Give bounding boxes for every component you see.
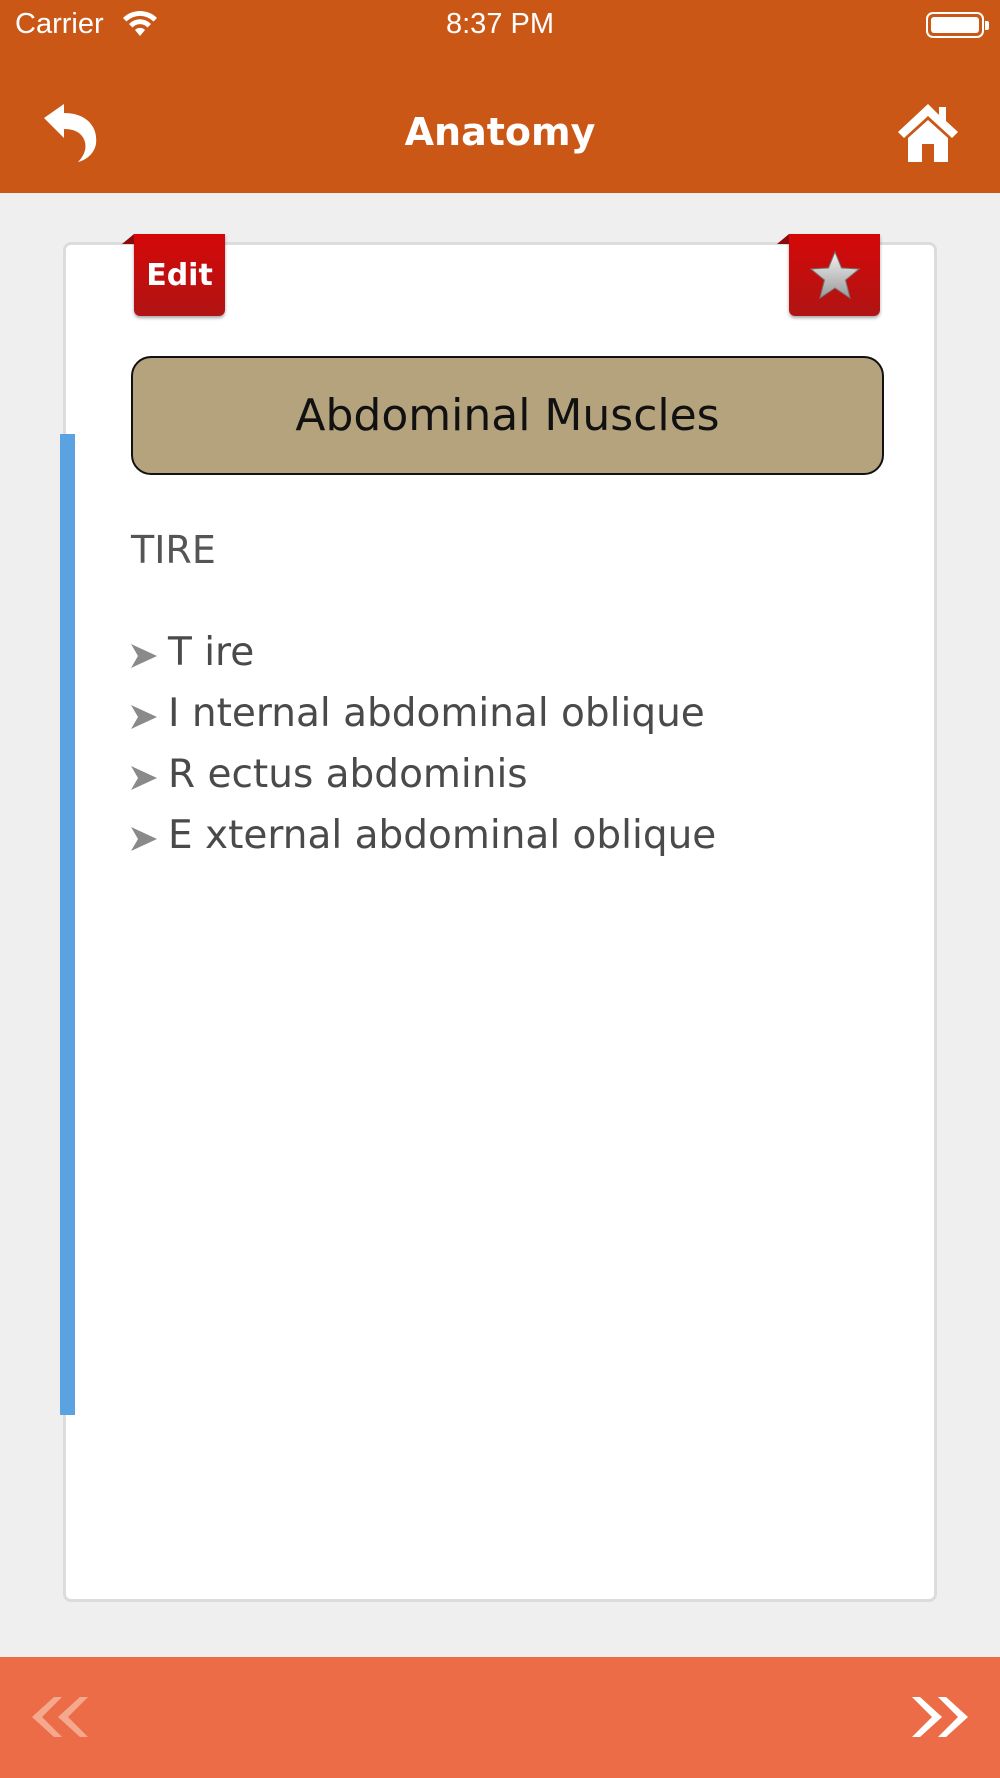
battery-icon	[926, 12, 989, 38]
star-icon	[809, 250, 861, 300]
card-edge-indicator	[60, 434, 75, 1415]
home-icon[interactable]	[896, 100, 960, 164]
mnemonic-title: TIRE	[131, 528, 216, 572]
bottom-nav-bar	[0, 1657, 1000, 1778]
list-item-text: E xternal abdominal oblique	[168, 813, 717, 858]
edit-button[interactable]: Edit	[122, 234, 225, 316]
clock: 8:37 PM	[446, 8, 554, 40]
card-heading: Abdominal Muscles	[131, 356, 884, 475]
double-chevron-right-icon[interactable]	[908, 1695, 970, 1739]
bullet-arrow-icon	[131, 705, 157, 729]
list-item-text: T ire	[168, 630, 255, 675]
nav-bar: Anatomy	[0, 50, 1000, 193]
bullet-arrow-icon	[131, 644, 157, 668]
favorite-button[interactable]	[777, 234, 880, 316]
bullet-arrow-icon	[131, 827, 157, 851]
page-title: Anatomy	[404, 110, 596, 154]
double-chevron-left-icon[interactable]	[30, 1695, 92, 1739]
list-item-text: R ectus abdominis	[168, 752, 528, 797]
edit-label: Edit	[146, 258, 213, 293]
status-bar: Carrier 8:37 PM	[0, 0, 1000, 50]
list-item-text: I nternal abdominal oblique	[168, 691, 705, 736]
bullet-arrow-icon	[131, 766, 157, 790]
